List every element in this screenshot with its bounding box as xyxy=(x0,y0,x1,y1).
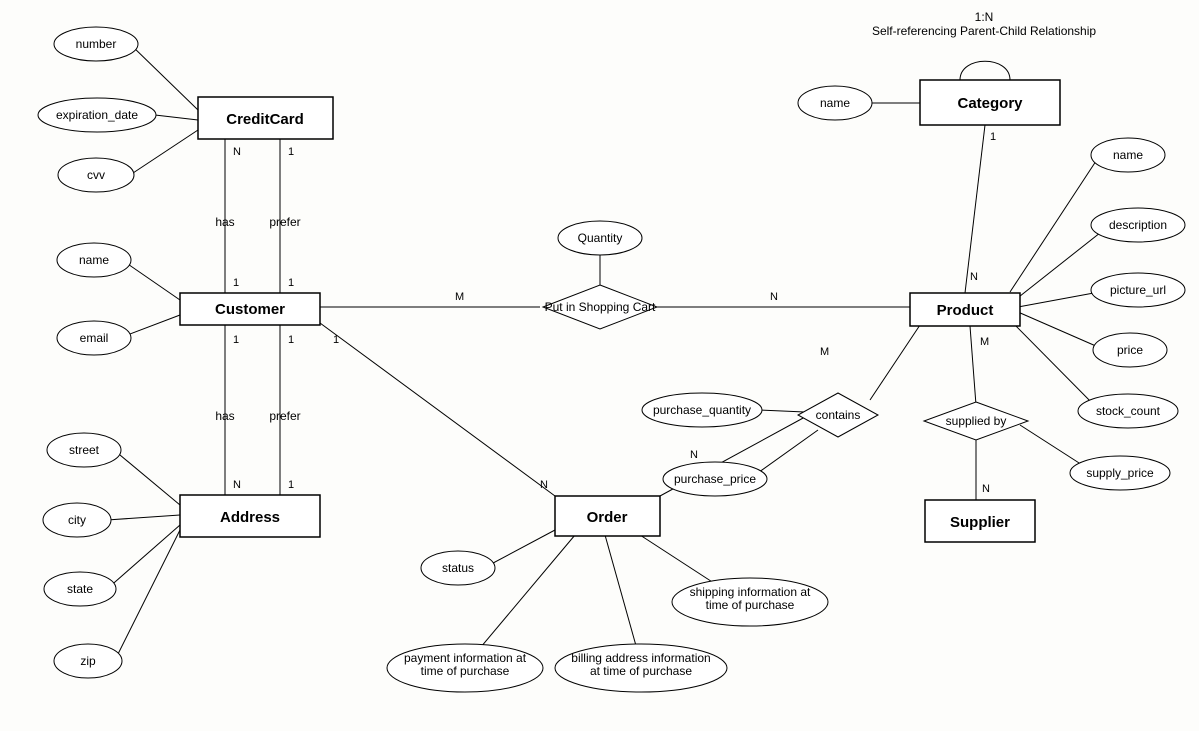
attr-supply-price: supply_price xyxy=(1070,456,1170,490)
svg-text:number: number xyxy=(76,37,117,51)
card-cat-1: 1 xyxy=(990,131,996,143)
svg-text:description: description xyxy=(1109,218,1167,232)
svg-text:status: status xyxy=(442,561,474,575)
svg-text:Supplier: Supplier xyxy=(950,514,1010,531)
card-addr-prefer-top: 1 xyxy=(288,334,294,346)
entity-supplier: Supplier xyxy=(925,500,1035,542)
svg-text:CreditCard: CreditCard xyxy=(226,111,304,128)
attr-address-zip: zip xyxy=(54,644,122,678)
svg-text:zip: zip xyxy=(80,654,96,668)
svg-text:contains: contains xyxy=(816,408,861,422)
attr-product-picture-url: picture_url xyxy=(1091,273,1185,307)
entity-product: Product xyxy=(910,293,1020,326)
attr-cc-expiration: expiration_date xyxy=(38,98,156,132)
svg-text:supplied by: supplied by xyxy=(946,414,1007,428)
svg-text:expiration_date: expiration_date xyxy=(56,108,138,122)
label-cc-has: has xyxy=(215,215,234,229)
svg-text:Quantity: Quantity xyxy=(578,231,623,245)
card-cust-order-1: 1 xyxy=(333,334,339,346)
card-contains-N: N xyxy=(690,449,698,461)
card-contains-M: M xyxy=(820,346,829,358)
card-cust-order-N: N xyxy=(540,479,548,491)
entity-creditcard: CreditCard xyxy=(198,97,333,139)
card-supplied-N: N xyxy=(982,483,990,495)
attr-order-payment: payment information attime of purchase xyxy=(387,644,543,692)
svg-text:cvv: cvv xyxy=(87,168,105,182)
entity-category: Category xyxy=(920,80,1060,125)
relationship-supplied-by: supplied by xyxy=(924,402,1028,440)
svg-text:Address: Address xyxy=(220,509,280,526)
attr-cc-cvv: cvv xyxy=(58,158,134,192)
svg-text:stock_count: stock_count xyxy=(1096,404,1161,418)
card-addr-has-bot: N xyxy=(233,479,241,491)
svg-text:purchase_quantity: purchase_quantity xyxy=(653,403,751,417)
svg-text:supply_price: supply_price xyxy=(1086,466,1154,480)
relationship-put-in-cart: Put in Shopping Cart xyxy=(543,285,657,329)
attr-cc-number: number xyxy=(54,27,138,61)
er-diagram: rect.entity { fill:#ffffff; stroke:#000;… xyxy=(0,0,1199,731)
attr-address-state: state xyxy=(44,572,116,606)
card-addr-has-top: 1 xyxy=(233,334,239,346)
label-cc-prefer: prefer xyxy=(269,215,300,229)
attr-order-billing-text: billing address informationat time of pu… xyxy=(571,651,710,678)
svg-text:purchase_price: purchase_price xyxy=(674,472,756,486)
attr-product-name: name xyxy=(1091,138,1165,172)
svg-text:street: street xyxy=(69,443,100,457)
attr-order-payment-text: payment information attime of purchase xyxy=(404,651,527,678)
card-supplied-M: M xyxy=(980,336,989,348)
svg-text:Category: Category xyxy=(957,95,1023,112)
card-cart-N: N xyxy=(770,291,778,303)
svg-text:name: name xyxy=(1113,148,1143,162)
attr-category-name: name xyxy=(798,86,872,120)
card-cc-prefer-bot: 1 xyxy=(288,277,294,289)
label-addr-has: has xyxy=(215,409,234,423)
attr-cart-quantity: Quantity xyxy=(558,221,642,255)
svg-text:name: name xyxy=(820,96,850,110)
attr-product-price: price xyxy=(1093,333,1167,367)
card-cart-M: M xyxy=(455,291,464,303)
svg-text:picture_url: picture_url xyxy=(1110,283,1166,297)
svg-text:name: name xyxy=(79,253,109,267)
attr-order-shipping-text: shipping information attime of purchase xyxy=(690,585,811,612)
attr-contains-quantity: purchase_quantity xyxy=(642,393,762,427)
label-addr-prefer: prefer xyxy=(269,409,300,423)
card-cat-N: N xyxy=(970,271,978,283)
svg-text:Order: Order xyxy=(587,509,628,526)
attr-address-street: street xyxy=(47,433,121,467)
relationship-contains: contains xyxy=(798,393,878,437)
attr-order-status: status xyxy=(421,551,495,585)
attr-address-city: city xyxy=(43,503,111,537)
svg-text:Product: Product xyxy=(937,302,994,319)
attr-customer-name: name xyxy=(57,243,131,277)
svg-text:email: email xyxy=(80,331,109,345)
card-cc-has-bot: 1 xyxy=(233,277,239,289)
svg-text:price: price xyxy=(1117,343,1143,357)
attr-contains-price: purchase_price xyxy=(663,462,767,496)
card-cc-prefer-top: 1 xyxy=(288,146,294,158)
entity-address: Address xyxy=(180,495,320,537)
attr-product-stock-count: stock_count xyxy=(1078,394,1178,428)
entity-order: Order xyxy=(555,496,660,536)
svg-text:city: city xyxy=(68,513,86,527)
svg-text:Customer: Customer xyxy=(215,301,285,318)
card-addr-prefer-bot: 1 xyxy=(288,479,294,491)
card-cc-has-top: N xyxy=(233,146,241,158)
entity-customer: Customer xyxy=(180,293,320,325)
svg-text:Put in Shopping Cart: Put in Shopping Cart xyxy=(545,300,656,314)
self-reference-note: 1:NSelf-referencing Parent-Child Relatio… xyxy=(872,10,1096,38)
svg-text:state: state xyxy=(67,582,93,596)
attr-customer-email: email xyxy=(57,321,131,355)
attr-order-billing: billing address informationat time of pu… xyxy=(555,644,727,692)
attr-product-description: description xyxy=(1091,208,1185,242)
attr-order-shipping: shipping information attime of purchase xyxy=(672,578,828,626)
